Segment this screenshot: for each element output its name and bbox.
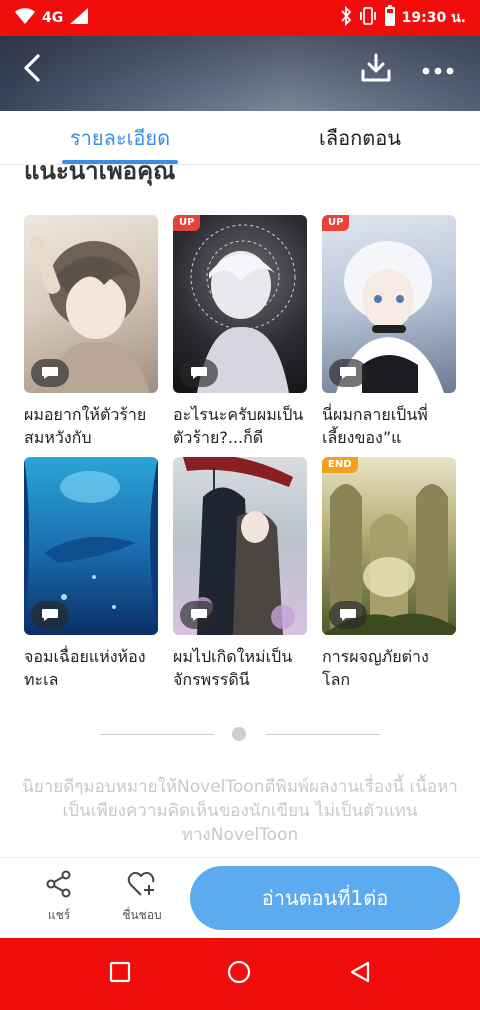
chat-bubble-icon [180, 359, 218, 387]
card-title: การผจญภัยต่างโลก [322, 647, 429, 689]
card-title: นี่ผมกลายเป็นพี่เลี้ยงของ”แ [322, 405, 428, 447]
cover-header [0, 36, 480, 111]
battery-icon [384, 4, 396, 32]
chat-bubble-icon [329, 601, 367, 629]
download-icon [360, 52, 392, 88]
cover-image: UP [322, 215, 456, 393]
chat-bubble-icon [31, 359, 69, 387]
chat-bubble-icon [180, 601, 218, 629]
back-button[interactable] [12, 50, 52, 90]
like-button[interactable]: ชื่นชอบ [112, 870, 172, 925]
network-type: 4G [42, 10, 64, 26]
wifi-icon [14, 7, 36, 29]
continue-reading-button[interactable]: อ่านตอนที่1ต่อ [190, 866, 460, 930]
cover-image [173, 457, 307, 635]
back-nav-button[interactable] [348, 961, 372, 987]
card-title: ผมอยากให้ตัวร้ายสมหวังกับ [24, 405, 147, 447]
tab-details[interactable]: รายละเอียด [0, 111, 240, 165]
vibrate-icon [358, 6, 378, 31]
bluetooth-icon [340, 5, 352, 31]
chevron-left-icon [21, 53, 43, 87]
detail-content[interactable]: แนะนำเพื่อคุณ ผมอยากให้ตัวร้ายสมหวังกับ [0, 165, 480, 857]
share-icon [45, 870, 73, 902]
update-badge: UP [173, 215, 201, 231]
chat-bubble-icon [329, 359, 367, 387]
triangle-back-icon [349, 961, 371, 987]
bottom-action-bar: แชร์ ชื่นชอบ อ่านตอนที่1ต่อ [0, 857, 480, 938]
update-badge: UP [322, 215, 350, 231]
divider-left [100, 734, 214, 735]
tab-episodes[interactable]: เลือกตอน [240, 111, 480, 165]
copyright-disclaimer: นิยายดีๆมอบหมายให้NovelToonตีพิมพ์ผลงานเ… [22, 777, 458, 845]
cover-image [24, 457, 158, 635]
active-tab-indicator [62, 160, 178, 164]
share-button[interactable]: แชร์ [29, 870, 89, 925]
cover-image [24, 215, 158, 393]
card-title: จอมเฉื่อยแห่งห้องทะเล [24, 647, 146, 689]
more-button[interactable] [418, 50, 458, 90]
square-icon [109, 961, 131, 987]
download-button[interactable] [356, 50, 396, 90]
like-label: ชื่นชอบ [122, 908, 162, 922]
cover-image: END [322, 457, 456, 635]
circle-icon [227, 960, 251, 988]
clock: 19:30 น. [401, 10, 466, 26]
tab-bar: รายละเอียด เลือกตอน [0, 111, 480, 165]
divider-dot [232, 727, 246, 741]
divider-right [266, 734, 380, 735]
more-dots-icon [421, 61, 455, 80]
signal-icon [69, 7, 89, 29]
card-title: อะไรนะครับผมเป็นตัวร้าย?...ก็ดี [173, 405, 304, 447]
heart-plus-icon [127, 871, 157, 902]
system-nav-bar [0, 938, 480, 1010]
share-label: แชร์ [47, 908, 71, 922]
home-button[interactable] [227, 960, 251, 988]
cover-image: UP [173, 215, 307, 393]
chat-bubble-icon [31, 601, 69, 629]
recents-button[interactable] [108, 961, 132, 987]
status-bar: 4G 19:30 น. [0, 0, 480, 36]
end-badge: END [322, 457, 358, 473]
section-title: แนะนำเพื่อคุณ [24, 165, 176, 185]
card-title: ผมไปเกิดใหม่เป็นจักรพรรดินี [173, 647, 293, 689]
